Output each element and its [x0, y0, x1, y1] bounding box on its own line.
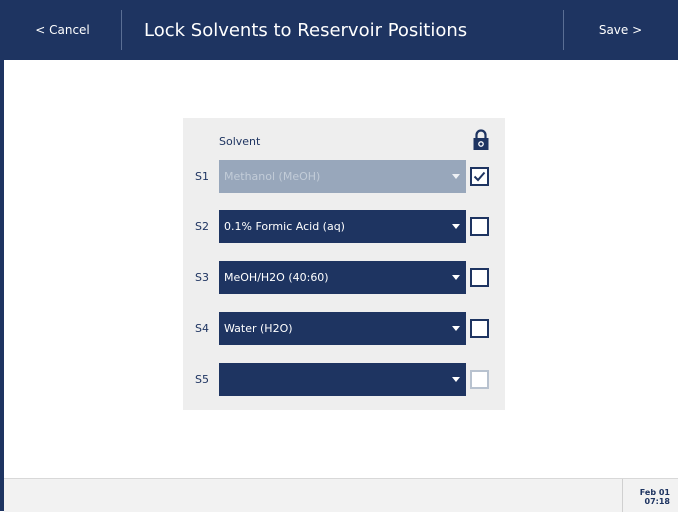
chevron-down-icon — [452, 377, 460, 382]
solvent-select-s4[interactable]: Water (H2O) — [219, 312, 466, 345]
check-icon — [473, 171, 486, 182]
reservoir-label: S3 — [195, 271, 209, 284]
chevron-down-icon — [452, 275, 460, 280]
chevron-down-icon — [452, 224, 460, 229]
solvent-select-s2[interactable]: 0.1% Formic Acid (aq) — [219, 210, 466, 243]
lock-icon — [473, 129, 489, 150]
solvent-select-s5[interactable] — [219, 363, 466, 396]
lock-checkbox-s3[interactable] — [470, 268, 489, 287]
chevron-down-icon — [452, 174, 460, 179]
solvent-column-label: Solvent — [219, 135, 261, 148]
page-title: Lock Solvents to Reservoir Positions — [144, 19, 468, 41]
clock-date: Feb 01 — [639, 488, 670, 497]
reservoir-label: S2 — [195, 220, 209, 233]
solvent-select-s1: Methanol (MeOH) — [219, 160, 466, 193]
solvent-lock-panel: Solvent S1 Methanol (MeOH) S2 0.1% Formi… — [183, 118, 505, 410]
lock-checkbox-s5 — [470, 370, 489, 389]
solvent-row-s1: S1 Methanol (MeOH) — [183, 160, 505, 193]
solvent-row-s4: S4 Water (H2O) — [183, 312, 505, 345]
lock-checkbox-s4[interactable] — [470, 319, 489, 338]
save-button[interactable]: Save > — [563, 0, 678, 60]
solvent-select-s3[interactable]: MeOH/H2O (40:60) — [219, 261, 466, 294]
status-bar: Feb 01 07:18 — [4, 478, 678, 512]
select-value: MeOH/H2O (40:60) — [224, 271, 329, 284]
reservoir-label: S1 — [195, 170, 209, 183]
lock-checkbox-s1[interactable] — [470, 167, 489, 186]
lock-checkbox-s2[interactable] — [470, 217, 489, 236]
cancel-button[interactable]: < Cancel — [4, 0, 121, 60]
header-bar: < Cancel Lock Solvents to Reservoir Posi… — [4, 0, 678, 60]
window-left-border — [0, 0, 4, 511]
solvent-row-s2: S2 0.1% Formic Acid (aq) — [183, 210, 505, 243]
clock: Feb 01 07:18 — [640, 488, 670, 506]
solvent-row-s3: S3 MeOH/H2O (40:60) — [183, 261, 505, 294]
chevron-down-icon — [452, 326, 460, 331]
clock-time: 07:18 — [644, 497, 670, 506]
reservoir-label: S5 — [195, 373, 209, 386]
select-value: Methanol (MeOH) — [224, 170, 321, 183]
select-value: Water (H2O) — [224, 322, 293, 335]
reservoir-label: S4 — [195, 322, 209, 335]
footer-divider — [622, 479, 623, 512]
header-divider — [121, 10, 122, 50]
select-value: 0.1% Formic Acid (aq) — [224, 220, 345, 233]
solvent-row-s5: S5 — [183, 363, 505, 396]
